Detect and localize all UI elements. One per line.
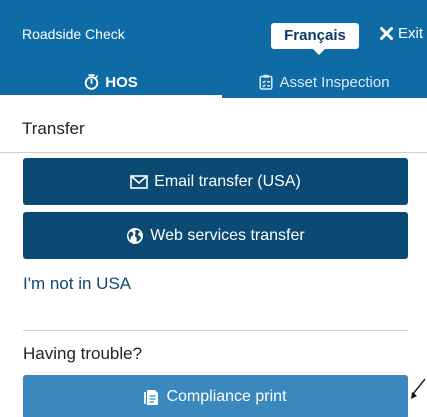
tab-hos-label: HOS <box>105 73 138 91</box>
app-title: Roadside Check <box>22 26 125 42</box>
clipboard-checklist-icon <box>259 74 274 90</box>
email-transfer-label: Email transfer (USA) <box>154 172 301 190</box>
globe-icon <box>127 227 144 244</box>
divider <box>0 152 427 153</box>
tab-asset-label: Asset Inspection <box>279 73 390 91</box>
top-bar: Roadside Check Français Exit HOS Asset I… <box>0 0 427 98</box>
compliance-print-button[interactable]: Compliance print <box>23 375 408 417</box>
envelope-icon <box>130 174 148 189</box>
tab-asset-inspection[interactable]: Asset Inspection <box>222 66 427 98</box>
active-tab-indicator <box>0 95 222 98</box>
stopwatch-icon <box>85 74 99 90</box>
exit-button[interactable]: Exit <box>380 25 423 42</box>
having-trouble-heading: Having trouble? <box>23 344 143 363</box>
web-services-transfer-button[interactable]: Web services transfer <box>23 212 408 259</box>
exit-label: Exit <box>398 25 424 42</box>
language-button[interactable]: Français <box>271 23 359 49</box>
close-icon <box>380 27 393 40</box>
document-print-icon <box>144 389 159 405</box>
not-in-usa-link[interactable]: I'm not in USA <box>23 274 131 294</box>
compliance-print-label: Compliance print <box>166 388 287 405</box>
divider <box>23 330 408 331</box>
tab-hos[interactable]: HOS <box>0 66 222 98</box>
cursor-arrow-icon <box>411 378 426 399</box>
language-tooltip-caret <box>313 49 325 55</box>
transfer-heading: Transfer <box>22 119 85 138</box>
email-transfer-button[interactable]: Email transfer (USA) <box>23 158 408 205</box>
web-services-label: Web services transfer <box>150 226 305 244</box>
